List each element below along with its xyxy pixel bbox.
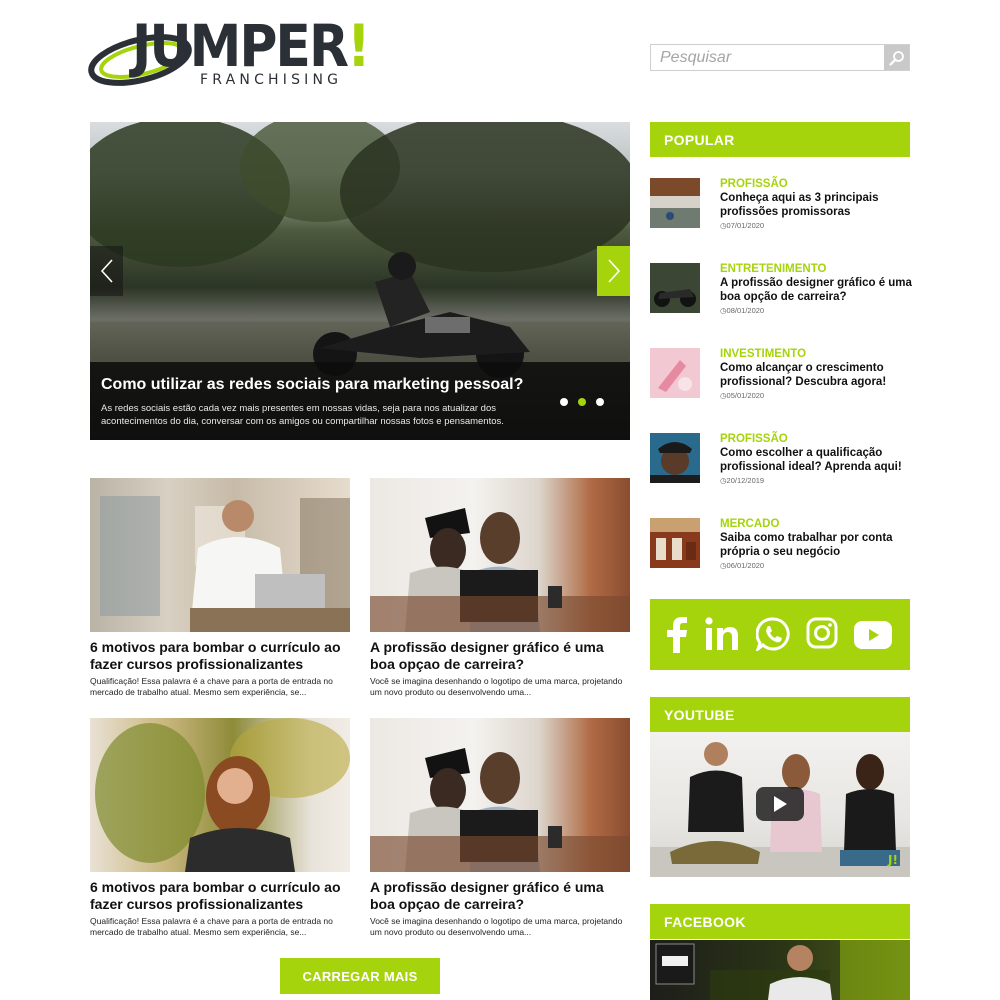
popular-title[interactable]: Saiba como trabalhar por conta própria o… [720,531,912,559]
hero-next-button[interactable] [597,246,630,296]
popular-thumbnail[interactable] [650,178,700,228]
popular-thumbnail[interactable] [650,348,700,398]
chevron-left-icon [100,259,113,283]
post-excerpt: Você se imagina desenhando o logotipo de… [370,676,623,697]
post-card[interactable]: A profissão designer gráfico é uma boa o… [370,478,630,698]
youtube-heading: YOUTUBE [650,697,910,732]
search-box [650,44,910,71]
popular-date: ◷20/12/2019 [720,476,765,485]
post-excerpt: Você se imagina desenhando o logotipo de… [370,916,623,937]
hero-prev-button[interactable] [90,246,123,296]
post-title[interactable]: 6 motivos para bombar o currículo ao faz… [90,639,350,673]
popular-title[interactable]: Conheça aqui as 3 principais profissões … [720,191,912,219]
svg-text:J!: J! [887,853,898,867]
post-excerpt: Qualificação! Essa palavra é a chave par… [90,916,333,937]
popular-category[interactable]: PROFISSÃO [720,433,788,446]
post-card[interactable]: 6 motivos para bombar o currículo ao faz… [90,478,350,698]
facebook-banner[interactable] [650,940,910,1000]
popular-date: ◷06/01/2020 [720,561,765,570]
popular-item[interactable]: PROFISSÃO Conheça aqui as 3 principais p… [650,178,910,230]
popular-title[interactable]: Como alcançar o crescimento profissional… [720,361,912,389]
search-button[interactable] [884,45,909,70]
popular-item[interactable]: INVESTIMENTO Como alcançar o crescimento… [650,348,910,400]
post-excerpt: Qualificação! Essa palavra é a chave par… [90,676,333,697]
hero-title[interactable]: Como utilizar as redes sociais para mark… [101,376,523,394]
facebook-banner-image [655,940,910,1000]
instagram-icon[interactable] [806,617,838,649]
brand-tagline: FRANCHISING [200,72,343,88]
popular-date: ◷07/01/2020 [720,221,765,230]
popular-date: ◷08/01/2020 [720,306,765,315]
post-image[interactable] [370,478,630,632]
popular-title[interactable]: A profissão designer gráfico é uma boa o… [720,276,912,304]
popular-thumbnail[interactable] [650,263,700,313]
search-icon [888,50,904,66]
popular-category[interactable]: PROFISSÃO [720,178,788,191]
popular-title[interactable]: Como escolher a qualificação profissiona… [720,446,912,474]
popular-item[interactable]: MERCADO Saiba como trabalhar por conta p… [650,518,910,570]
post-title[interactable]: 6 motivos para bombar o currículo ao faz… [90,879,350,913]
hero-pagination [560,398,604,406]
post-image[interactable] [370,718,630,872]
chevron-right-icon [607,259,620,283]
popular-item[interactable]: PROFISSÃO Como escolher a qualificação p… [650,433,910,485]
linkedin-icon[interactable] [705,617,739,651]
popular-category[interactable]: MERCADO [720,518,779,531]
post-image[interactable] [90,478,350,632]
post-card[interactable]: A profissão designer gráfico é uma boa o… [370,718,630,938]
whatsapp-icon[interactable] [756,617,790,651]
hero-slider[interactable]: Como utilizar as redes sociais para mark… [90,122,630,440]
post-card[interactable]: 6 motivos para bombar o currículo ao faz… [90,718,350,938]
hero-dot-3[interactable] [596,398,604,406]
youtube-icon[interactable] [854,621,892,649]
popular-category[interactable]: INVESTIMENTO [720,348,806,361]
post-title[interactable]: A profissão designer gráfico é uma boa o… [370,639,630,673]
popular-item[interactable]: ENTRETENIMENTO A profissão designer gráf… [650,263,912,315]
post-title[interactable]: A profissão designer gráfico é uma boa o… [370,879,630,913]
popular-date: ◷05/01/2020 [720,391,765,400]
load-more-button[interactable]: CARREGAR MAIS [280,958,440,994]
play-icon [774,796,787,812]
play-button[interactable] [756,787,804,821]
popular-thumbnail[interactable] [650,518,700,568]
search-input[interactable] [651,45,884,70]
popular-thumbnail[interactable] [650,433,700,483]
youtube-video[interactable]: J! [650,732,910,877]
hero-caption: Como utilizar as redes sociais para mark… [90,362,630,440]
popular-category[interactable]: ENTRETENIMENTO [720,263,827,276]
facebook-icon[interactable] [666,617,688,653]
hero-dot-2[interactable] [578,398,586,406]
brand-name: JUMPER! [132,13,371,81]
popular-heading: POPULAR [650,122,910,157]
hero-dot-1[interactable] [560,398,568,406]
hero-description: As redes sociais estão cada vez mais pre… [101,403,504,427]
post-image[interactable] [90,718,350,872]
social-links [650,599,910,670]
brand-logo[interactable]: JUMPER! FRANCHISING [88,16,371,92]
facebook-heading: FACEBOOK [650,904,910,939]
